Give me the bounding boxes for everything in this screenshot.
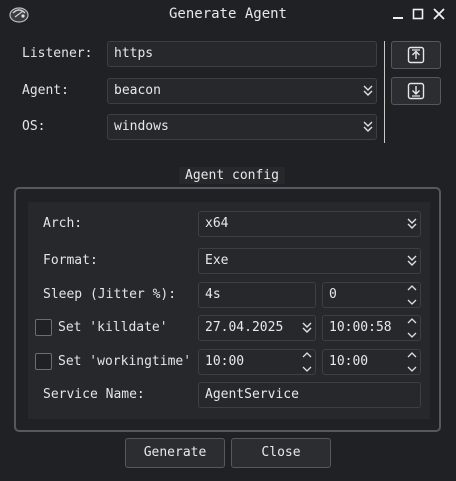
arch-value: x64 <box>205 216 229 231</box>
listener-combo[interactable]: https <box>107 41 377 67</box>
agent-value: beacon <box>114 83 161 98</box>
os-value: windows <box>114 119 169 134</box>
upload-icon <box>407 46 425 64</box>
format-value: Exe <box>205 253 229 268</box>
save-profile-button[interactable] <box>391 77 441 105</box>
arch-label: Arch: <box>43 216 83 231</box>
agent-combo[interactable]: beacon <box>107 78 377 104</box>
window-title: Generate Agent <box>168 6 287 22</box>
chevron-down-icon <box>360 115 376 139</box>
agent-label: Agent: <box>22 83 69 98</box>
download-icon <box>407 82 425 100</box>
os-label: OS: <box>22 119 46 134</box>
sleep-value: 4s <box>205 287 221 302</box>
agent-config-title: Agent config <box>179 167 285 184</box>
chevron-down-icon[interactable] <box>299 316 315 340</box>
service-name-input[interactable]: AgentService <box>198 382 421 408</box>
chevron-down-icon <box>360 79 376 103</box>
workingtime-label: Set 'workingtime' <box>58 354 192 369</box>
killdate-time-edit[interactable]: 10:00:58 <box>322 315 421 341</box>
killdate-checkbox[interactable] <box>35 319 52 336</box>
workingtime-end-edit[interactable]: 10:00 <box>322 349 421 375</box>
sleep-label: Sleep (Jitter %): <box>43 287 177 302</box>
close-icon[interactable] <box>431 6 447 22</box>
workingtime-start-value: 10:00 <box>205 354 245 369</box>
spin-arrows-icon[interactable] <box>405 284 419 306</box>
close-button[interactable]: Close <box>231 438 331 468</box>
killdate-date-value: 27.04.2025 <box>205 320 284 335</box>
service-name-label: Service Name: <box>43 387 145 402</box>
format-label: Format: <box>43 253 98 268</box>
workingtime-start-edit[interactable]: 10:00 <box>198 349 316 375</box>
killdate-time-value: 10:00:58 <box>329 320 392 335</box>
generate-button[interactable]: Generate <box>125 438 225 468</box>
maximize-icon[interactable] <box>410 6 426 22</box>
spin-arrows-icon[interactable] <box>405 351 419 373</box>
chevron-down-icon <box>404 212 420 236</box>
workingtime-end-value: 10:00 <box>329 354 369 369</box>
spin-arrows-icon[interactable] <box>405 317 419 339</box>
service-name-value: AgentService <box>205 387 299 402</box>
killdate-date-edit[interactable]: 27.04.2025 <box>198 315 316 341</box>
listener-value: https <box>114 46 154 61</box>
vertical-divider <box>384 41 385 143</box>
load-profile-button[interactable] <box>391 41 441 69</box>
jitter-spinbox[interactable]: 0 <box>322 282 421 308</box>
workingtime-checkbox[interactable] <box>35 353 52 370</box>
jitter-value: 0 <box>329 287 337 302</box>
arch-combo[interactable]: x64 <box>198 211 421 237</box>
spin-arrows-icon[interactable] <box>300 351 314 373</box>
sleep-input[interactable]: 4s <box>198 282 316 308</box>
killdate-label: Set 'killdate' <box>58 320 168 335</box>
minimize-icon[interactable] <box>390 6 406 22</box>
format-combo[interactable]: Exe <box>198 248 421 274</box>
chevron-down-icon <box>404 249 420 273</box>
os-combo[interactable]: windows <box>107 114 377 140</box>
listener-label: Listener: <box>22 46 93 61</box>
